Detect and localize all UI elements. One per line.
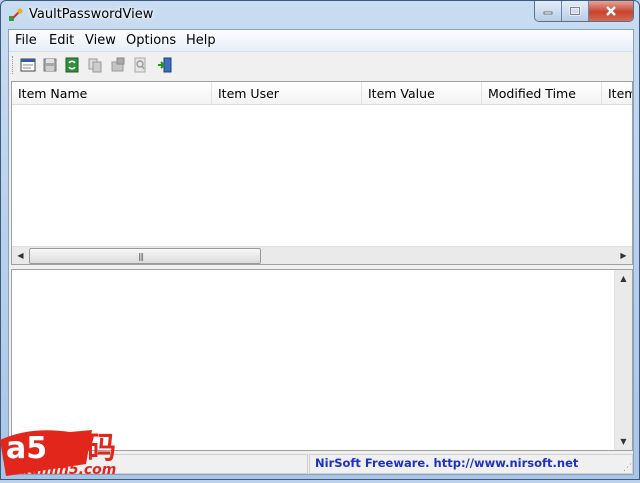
column-label: Item Name <box>18 86 88 101</box>
save-icon <box>43 58 57 72</box>
horizontal-scrollbar[interactable]: ◀ ||| ▶ <box>12 246 632 264</box>
column-label: Item User <box>218 86 279 101</box>
app-window: VaultPasswordView File Edit View Options… <box>0 0 640 480</box>
column-label: Item <box>608 86 632 101</box>
menu-view[interactable]: View <box>85 33 116 48</box>
size-grip-icon[interactable]: ⋰ <box>623 463 632 473</box>
column-item[interactable]: Item <box>602 82 632 104</box>
watermark-logo: a5 源码 admin5.com <box>0 420 160 480</box>
window-title: VaultPasswordView <box>29 7 154 22</box>
properties-icon <box>20 58 36 72</box>
svg-text:源码: 源码 <box>56 431 116 466</box>
menu-bar: File Edit View Options Help <box>9 30 633 52</box>
toolbar-grip[interactable] <box>12 56 15 74</box>
caption-buttons <box>534 1 634 22</box>
column-modified-time[interactable]: Modified Time <box>482 82 602 104</box>
html-report-button[interactable] <box>108 55 128 75</box>
item-list[interactable]: Item Name Item User Item Value Modified … <box>11 81 633 265</box>
vertical-scrollbar[interactable]: ▲ ▼ <box>614 270 632 450</box>
list-header: Item Name Item User Item Value Modified … <box>12 82 632 105</box>
nirsoft-link[interactable]: NirSoft Freeware. http://www.nirsoft.net <box>315 456 578 470</box>
client-area: File Edit View Options Help Item Name It… <box>8 29 634 475</box>
menu-help[interactable]: Help <box>186 33 216 48</box>
menu-file[interactable]: File <box>15 33 37 48</box>
menu-options[interactable]: Options <box>126 33 176 48</box>
exit-icon <box>158 57 172 73</box>
find-icon <box>134 57 146 73</box>
save-button[interactable] <box>40 55 60 75</box>
svg-text:a5: a5 <box>6 431 47 466</box>
app-icon[interactable] <box>8 7 24 23</box>
column-item-value[interactable]: Item Value <box>362 82 482 104</box>
refresh-icon <box>65 57 79 73</box>
maximize-button[interactable] <box>562 1 589 21</box>
column-item-user[interactable]: Item User <box>212 82 362 104</box>
html-report-icon <box>111 57 125 72</box>
maximize-icon <box>569 6 581 16</box>
watermark-site: admin5.com <box>20 462 116 478</box>
scroll-right-icon[interactable]: ▶ <box>615 247 632 264</box>
exit-button[interactable] <box>155 55 175 75</box>
title-bar[interactable]: VaultPasswordView <box>1 1 639 29</box>
copy-icon <box>88 58 102 73</box>
toolbar <box>9 52 633 78</box>
close-button[interactable] <box>589 1 633 21</box>
scroll-thumb[interactable]: ||| <box>29 248 261 264</box>
copy-button[interactable] <box>85 55 105 75</box>
scroll-down-icon[interactable]: ▼ <box>615 433 632 450</box>
scroll-left-icon[interactable]: ◀ <box>12 247 29 264</box>
thumb-grip-icon: ||| <box>138 252 144 261</box>
close-icon <box>606 6 616 16</box>
properties-button[interactable] <box>18 55 38 75</box>
refresh-button[interactable] <box>62 55 82 75</box>
column-label: Modified Time <box>488 86 576 101</box>
column-label: Item Value <box>368 86 435 101</box>
find-button[interactable] <box>130 55 150 75</box>
minimize-icon <box>543 11 553 15</box>
menu-edit[interactable]: Edit <box>49 33 74 48</box>
minimize-button[interactable] <box>535 1 562 21</box>
scroll-up-icon[interactable]: ▲ <box>615 270 632 287</box>
column-item-name[interactable]: Item Name <box>12 82 212 104</box>
